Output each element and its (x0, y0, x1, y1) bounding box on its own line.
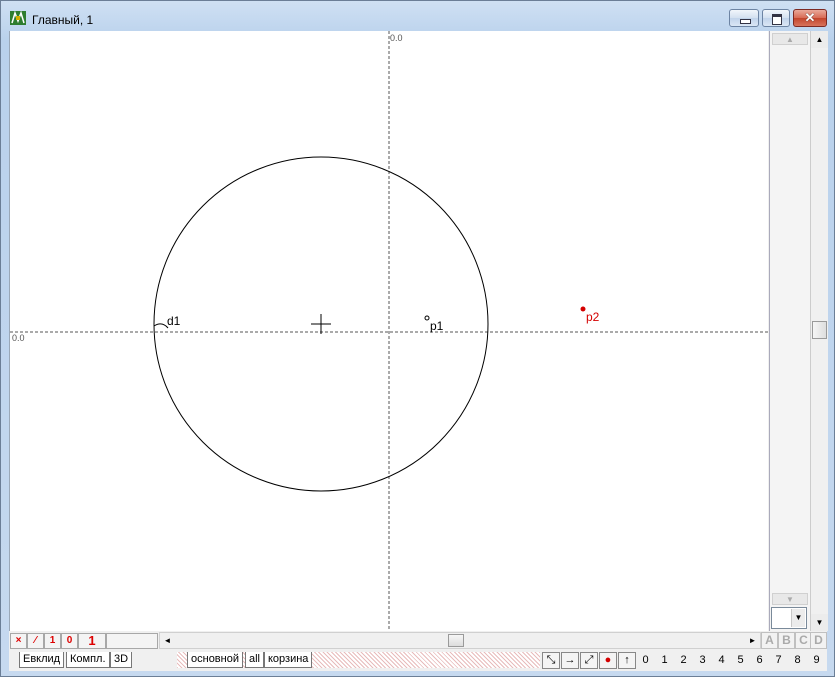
close-button[interactable]: ✕ (793, 9, 827, 27)
letter-d-button[interactable]: D (810, 632, 827, 649)
tool-resize-button[interactable]: ⤢ (580, 652, 598, 669)
layer-number: 1 (78, 633, 106, 649)
line-button[interactable]: ⁄ (27, 633, 44, 649)
number-6-button[interactable]: 6 (751, 652, 768, 669)
d1-arc-marker (153, 323, 169, 329)
tab-all[interactable]: all (245, 652, 265, 668)
number-0-button[interactable]: 0 (637, 652, 654, 669)
tab-evklid[interactable]: Евклид (19, 652, 65, 668)
number-3-button[interactable]: 3 (694, 652, 711, 669)
tool-segment-button[interactable]: ⤡ (542, 652, 560, 669)
title-bar[interactable]: Главный, 1 ✕ (1, 1, 834, 31)
axis-left-label: 0.0 (12, 333, 25, 343)
delete-button[interactable]: × (10, 633, 27, 649)
maximize-icon (772, 14, 782, 25)
window-title: Главный, 1 (32, 13, 94, 27)
client-area: 0.0 0.0 d1 p1 p2 ▲ ▼ ▼ ▲ ▼ × ⁄ 1 0 1 ◄ ►… (9, 31, 828, 671)
number-1-button[interactable]: 1 (656, 652, 673, 669)
number-4-button[interactable]: 4 (713, 652, 730, 669)
tab-korzina[interactable]: корзина (264, 652, 313, 668)
scroll-right-button[interactable]: ► (745, 633, 760, 648)
horizontal-scrollbar[interactable]: ◄ ► (159, 632, 761, 649)
zero-button[interactable]: 0 (61, 633, 78, 649)
side-panel-down-button[interactable]: ▼ (772, 593, 808, 605)
tool-arrow-button[interactable]: → (561, 652, 579, 669)
tab-osnovnoy[interactable]: основной (187, 652, 243, 668)
label-p2: p2 (586, 310, 600, 324)
scroll-left-button[interactable]: ◄ (160, 633, 175, 648)
vertical-scroll-thumb[interactable] (812, 321, 827, 339)
scroll-up-button[interactable]: ▲ (811, 31, 828, 48)
axis-top-label: 0.0 (390, 33, 403, 43)
close-icon: ✕ (804, 10, 816, 25)
tab-kompl[interactable]: Компл. (66, 652, 110, 668)
app-logo-icon (10, 10, 26, 25)
point-p1[interactable] (424, 315, 430, 321)
number-5-button[interactable]: 5 (732, 652, 749, 669)
letter-a-button[interactable]: A (761, 632, 778, 649)
number-8-button[interactable]: 8 (789, 652, 806, 669)
minimize-icon (740, 19, 751, 24)
tool-point-button[interactable]: ● (599, 652, 617, 669)
horizontal-scroll-thumb[interactable] (448, 634, 464, 647)
side-panel-up-button[interactable]: ▲ (772, 33, 808, 45)
drawing-canvas[interactable]: 0.0 0.0 d1 p1 p2 (9, 31, 768, 631)
status-empty-field (106, 633, 158, 649)
vertical-scrollbar[interactable]: ▲ ▼ (810, 31, 828, 631)
layer-combo[interactable]: ▼ (771, 607, 807, 629)
one-button[interactable]: 1 (44, 633, 61, 649)
tool-up-button[interactable]: ↑ (618, 652, 636, 669)
side-panel: ▲ ▼ (769, 31, 810, 631)
number-9-button[interactable]: 9 (808, 652, 825, 669)
number-2-button[interactable]: 2 (675, 652, 692, 669)
geometry-drawing (10, 31, 768, 631)
tab-3d[interactable]: 3D (110, 652, 133, 668)
maximize-button[interactable] (762, 9, 790, 27)
app-window: Главный, 1 ✕ 0.0 0.0 d1 p1 p2 ▲ ▼ ▼ ▲ ▼ … (0, 0, 835, 677)
scroll-down-button[interactable]: ▼ (811, 614, 828, 631)
number-7-button[interactable]: 7 (770, 652, 787, 669)
label-p1: p1 (430, 319, 444, 333)
letter-b-button[interactable]: B (778, 632, 795, 649)
label-d1: d1 (167, 314, 181, 328)
point-p2[interactable] (580, 306, 586, 312)
tab-row: Евклид Компл. 3D основной all корзина ⤡ … (9, 650, 827, 670)
minimize-button[interactable] (729, 9, 759, 27)
chevron-down-icon: ▼ (791, 609, 805, 627)
